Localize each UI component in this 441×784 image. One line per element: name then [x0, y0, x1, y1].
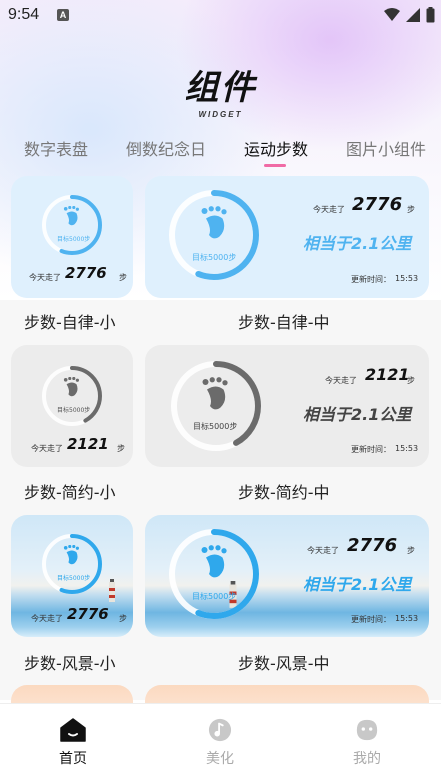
music-disc-icon: [208, 718, 232, 742]
step-count: 2776: [352, 194, 403, 215]
tab-digital-dial[interactable]: 数字表盘: [24, 136, 88, 160]
home-icon: [60, 718, 86, 742]
signal-icon: [406, 8, 420, 22]
today-prefix: 今天走了: [307, 546, 339, 555]
widget-card-medium-scenery[interactable]: 目标5000步 今天走了 2776 步 相当于2.1公里 更新时间： 15:53: [145, 515, 429, 637]
step-count: 2121: [67, 435, 109, 453]
distance-equivalent: 相当于2.1公里: [303, 575, 412, 594]
updated-label: 更新时间：: [351, 615, 391, 624]
wifi-icon: [384, 8, 400, 21]
nav-mine[interactable]: 我的: [327, 718, 407, 768]
nav-beautify[interactable]: 美化: [180, 718, 260, 768]
nav-beautify-label: 美化: [206, 751, 234, 767]
today-prefix: 今天走了: [325, 376, 357, 385]
updated-time: 15:53: [395, 444, 419, 453]
widget-label-medium-simple: 步数-简约-中: [238, 483, 330, 502]
widget-card-medium-simple[interactable]: 目标5000步 今天走了 2121 步 相当于2.1公里 更新时间： 15:53: [145, 345, 429, 467]
widget-label-small-discipline: 步数-自律-小: [24, 313, 116, 332]
step-unit: 步: [119, 273, 127, 282]
page-subtitle: WIDGET: [198, 110, 243, 119]
bottom-navigation: 首页 美化 我的: [0, 703, 441, 784]
goal-text: 目标5000步: [57, 236, 91, 243]
page-header: 组件 WIDGET: [0, 60, 441, 119]
footprint-icon: [202, 377, 228, 410]
step-count: 2776: [347, 535, 398, 556]
step-count: 2776: [65, 264, 107, 282]
battery-icon: [426, 7, 435, 23]
footprint-icon: [63, 545, 79, 565]
notification-a-icon: A: [57, 9, 69, 21]
updated-time: 15:53: [395, 274, 419, 283]
nav-mine-label: 我的: [353, 751, 381, 767]
category-tabs: 数字表盘 倒数纪念日 运动步数 图片小组件: [0, 136, 441, 170]
nav-home-label: 首页: [59, 751, 87, 767]
lighthouse-image: [109, 579, 115, 602]
page-title: 组件: [184, 68, 257, 108]
goal-text: 目标5000步: [192, 592, 237, 601]
step-count: 2121: [365, 365, 410, 384]
nav-home[interactable]: 首页: [33, 718, 113, 768]
updated-time: 15:53: [395, 614, 419, 623]
step-unit: 步: [407, 205, 415, 214]
status-time: 9:54: [8, 6, 40, 23]
widget-label-small-simple: 步数-简约-小: [24, 483, 116, 502]
widget-card-medium-discipline[interactable]: 目标5000步 今天走了 2776 步 相当于2.1公里 更新时间： 15:53: [145, 176, 429, 298]
widget-card-small-discipline[interactable]: 目标5000步 今天走了 2776 步: [11, 176, 133, 298]
today-prefix: 今天走了: [313, 205, 345, 214]
widget-label-medium-discipline: 步数-自律-中: [238, 313, 330, 332]
tab-countdown[interactable]: 倒数纪念日: [126, 136, 206, 160]
footprint-icon: [63, 377, 79, 397]
widget-label-medium-scenery: 步数-风景-中: [238, 654, 330, 673]
footprint-icon: [201, 545, 227, 578]
goal-text: 目标5000步: [193, 422, 238, 431]
tab-steps[interactable]: 运动步数: [244, 136, 308, 160]
step-unit: 步: [119, 614, 127, 623]
step-unit: 步: [407, 546, 415, 555]
step-unit: 步: [117, 444, 125, 453]
status-right-icons: [384, 6, 435, 24]
today-prefix: 今天走了: [31, 614, 63, 623]
today-prefix: 今天走了: [29, 273, 61, 282]
goal-text: 目标5000步: [57, 407, 91, 414]
active-tab-indicator: [264, 164, 286, 167]
updated-label: 更新时间：: [351, 275, 391, 284]
updated-label: 更新时间：: [351, 445, 391, 454]
widget-label-small-scenery: 步数-风景-小: [24, 654, 116, 673]
goal-text: 目标5000步: [57, 575, 91, 582]
distance-equivalent: 相当于2.1公里: [303, 234, 412, 253]
distance-equivalent: 相当于2.1公里: [303, 405, 412, 424]
face-icon: [356, 719, 378, 741]
step-count: 2776: [67, 605, 109, 623]
status-bar: 9:54 A: [0, 0, 441, 32]
today-prefix: 今天走了: [31, 444, 63, 453]
tab-photo-widget[interactable]: 图片小组件: [346, 136, 426, 160]
footprint-icon: [63, 206, 79, 226]
step-unit: 步: [407, 376, 415, 385]
widget-card-small-scenery[interactable]: 目标5000步 今天走了 2776 步: [11, 515, 133, 637]
widget-card-small-simple[interactable]: 目标5000步 今天走了 2121 步: [11, 345, 133, 467]
footprint-icon: [201, 206, 227, 239]
goal-text: 目标5000步: [192, 253, 237, 262]
